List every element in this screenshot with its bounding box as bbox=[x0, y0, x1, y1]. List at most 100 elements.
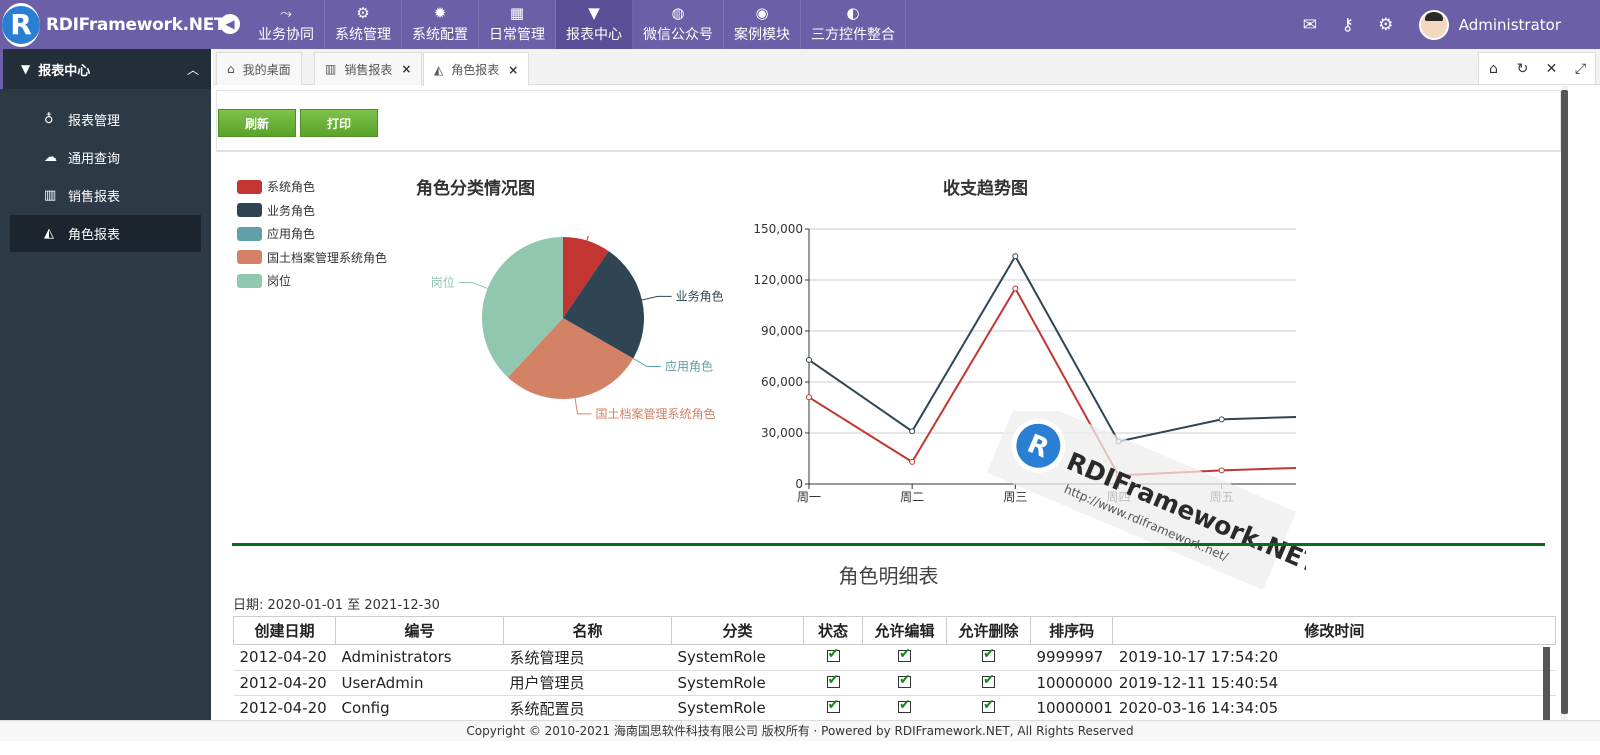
sidebar-item-label: 通用查询 bbox=[68, 152, 121, 167]
fullscreen-icon[interactable]: ⤢ bbox=[1566, 53, 1595, 84]
sidebar-item-label: 角色报表 bbox=[68, 228, 121, 243]
legend-item[interactable]: 业务角色 bbox=[237, 199, 387, 223]
nav-item-1[interactable]: ⚙ 系统管理 bbox=[325, 0, 402, 49]
print-button[interactable]: 打印 bbox=[300, 109, 378, 137]
main-menu: ⤳ 业务协同 ⚙ 系统管理 ✹ 系统配置 ▦ 日常管理 ▼ 报表中心 ◍ 微信公众号 ◉ 案例模块 ◐ 三方控… bbox=[248, 0, 906, 49]
sidebar-item-3[interactable]: ◭ 角色报表 bbox=[10, 215, 201, 252]
gears-icon: ⚙ bbox=[356, 3, 370, 22]
nav-item-label: 业务协同 bbox=[258, 26, 314, 43]
cell-modified: 2019-10-17 17:54:20 bbox=[1112, 644, 1556, 671]
chevron-up-icon[interactable]: ︿ bbox=[187, 61, 199, 78]
app-title: RDIFramework.NET bbox=[46, 14, 226, 35]
data-point bbox=[806, 394, 812, 401]
table-row[interactable]: 2012-04-20Administrators系统管理员SystemRole 9… bbox=[233, 644, 1556, 671]
sidebar-item-0[interactable]: ♁ 报表管理 bbox=[10, 101, 201, 138]
legend-swatch bbox=[237, 179, 262, 194]
legend-swatch bbox=[237, 250, 262, 265]
nav-item-6[interactable]: ◉ 案例模块 bbox=[724, 0, 801, 49]
pie-chart-title: 角色分类情况图 bbox=[416, 179, 535, 199]
home-icon[interactable]: ⌂ bbox=[1479, 53, 1508, 84]
area-chart-icon: ◭ bbox=[434, 62, 444, 77]
report-toolbar: 刷新 打印 bbox=[216, 90, 1561, 152]
legend-swatch bbox=[237, 203, 262, 218]
y-tick-label: 60,000 bbox=[761, 375, 803, 389]
top-navbar: R RDIFramework.NET ◀ ⤳ 业务协同 ⚙ 系统管理 ✹ 系统配置 ▦ 日常管… bbox=[0, 0, 1600, 49]
nav-item-7[interactable]: ◐ 三方控件整合 bbox=[801, 0, 906, 49]
settings-icon[interactable]: ⚙ bbox=[1367, 15, 1405, 35]
tab-1[interactable]: ▥ 销售报表 × bbox=[314, 52, 423, 85]
sidebar-title: 报表中心 bbox=[38, 63, 91, 79]
pie-label-line bbox=[586, 236, 589, 241]
username[interactable]: Administrator bbox=[1459, 16, 1561, 34]
report-title: 角色明细表 bbox=[838, 564, 939, 588]
refresh-button[interactable]: 刷新 bbox=[218, 109, 296, 137]
key-icon[interactable]: ⚷ bbox=[1329, 15, 1367, 35]
nav-item-label: 系统管理 bbox=[335, 26, 391, 43]
checkbox-checked-icon bbox=[898, 697, 911, 714]
data-point bbox=[1012, 285, 1019, 292]
calendar-icon: ▦ bbox=[509, 3, 525, 22]
y-tick-label: 0 bbox=[795, 477, 803, 491]
legend-label: 岗位 bbox=[267, 274, 292, 289]
checkbox-checked-icon bbox=[898, 646, 911, 663]
sidebar-header[interactable]: ▼ 报表中心 ︿ bbox=[0, 49, 211, 89]
cell-enabled bbox=[803, 644, 863, 671]
pie-slice-label: 应用角色 bbox=[665, 359, 713, 374]
cell-enabled bbox=[803, 695, 863, 720]
cell-deletable bbox=[946, 670, 1031, 696]
sidebar-item-2[interactable]: ▥ 销售报表 bbox=[10, 177, 201, 214]
close-tab-icon[interactable]: × bbox=[508, 63, 518, 77]
cell-modified: 2019-12-11 15:40:54 bbox=[1112, 670, 1556, 696]
mail-icon[interactable]: ✉ bbox=[1291, 15, 1329, 35]
pie-label-line bbox=[632, 358, 662, 367]
close-tab-icon[interactable]: × bbox=[401, 62, 411, 76]
refresh-icon[interactable]: ↻ bbox=[1508, 53, 1537, 84]
cell-editable bbox=[862, 695, 947, 720]
cell-enabled bbox=[803, 670, 863, 696]
line-chart-title: 收支趋势图 bbox=[943, 179, 1028, 199]
table-scrollbar[interactable] bbox=[1543, 647, 1550, 720]
tab-0[interactable]: ⌂ 我的桌面 bbox=[216, 52, 302, 85]
pie-label-line bbox=[458, 282, 488, 289]
data-point bbox=[806, 356, 812, 363]
stethoscope-icon: ♁ bbox=[44, 112, 54, 127]
page-scrollbar[interactable] bbox=[1561, 86, 1568, 720]
collapse-menu-icon[interactable]: ◀ bbox=[220, 14, 240, 34]
nav-item-4[interactable]: ▼ 报表中心 bbox=[556, 0, 633, 49]
close-icon[interactable]: ✕ bbox=[1537, 53, 1566, 84]
avatar[interactable] bbox=[1418, 9, 1449, 40]
app-logo[interactable]: R RDIFramework.NET bbox=[0, 0, 226, 49]
checkbox-checked-icon bbox=[826, 646, 840, 663]
report-content: 角色分类情况图 系统角色业务角色应用角色国土档案管理系统角色岗位 系统角色业务角… bbox=[216, 156, 1561, 720]
nav-item-label: 案例模块 bbox=[734, 26, 790, 43]
bar-chart-icon: ▥ bbox=[44, 188, 57, 203]
y-tick-label: 120,000 bbox=[753, 273, 803, 287]
cell-name: 用户管理员 bbox=[503, 670, 672, 696]
filter-icon: ▼ bbox=[21, 62, 31, 76]
nav-item-0[interactable]: ⤳ 业务协同 bbox=[248, 0, 325, 49]
eye-icon: ◉ bbox=[755, 3, 769, 22]
legend-item[interactable]: 系统角色 bbox=[237, 175, 387, 199]
tab-2[interactable]: ◭ 角色报表 × bbox=[423, 52, 530, 86]
table-row[interactable]: 2012-04-20Config系统配置员SystemRole 100000012… bbox=[233, 695, 1556, 720]
sidebar-item-1[interactable]: ☁ 通用查询 bbox=[10, 139, 201, 176]
checkbox-checked-icon bbox=[898, 672, 911, 688]
y-tick-label: 90,000 bbox=[761, 324, 803, 338]
share-icon: ⤳ bbox=[279, 3, 292, 22]
pie-slice-label: 国土档案管理系统角色 bbox=[595, 406, 715, 421]
cell-deletable bbox=[946, 695, 1031, 720]
cell-editable bbox=[862, 670, 947, 696]
logo-icon: R bbox=[2, 2, 40, 47]
column-header: 修改时间 bbox=[1112, 616, 1557, 645]
checkbox-checked-icon bbox=[826, 697, 840, 714]
cloud-icon: ☁ bbox=[44, 150, 57, 165]
cell-editable bbox=[862, 644, 947, 671]
nav-item-3[interactable]: ▦ 日常管理 bbox=[479, 0, 556, 49]
data-point bbox=[909, 458, 916, 465]
nav-item-5[interactable]: ◍ 微信公众号 bbox=[633, 0, 724, 49]
nav-item-2[interactable]: ✹ 系统配置 bbox=[402, 0, 479, 49]
table-row[interactable]: 2012-04-20UserAdmin用户管理员SystemRole 100000… bbox=[233, 670, 1556, 696]
role-table: 创建日期 编号 名称 分类 状态 允许编辑 允许删除 排序码 修改时间 2012-04-20 Ad… bbox=[233, 616, 1557, 720]
sidebar: ▼ 报表中心 ︿ ♁ 报表管理 ☁ 通用查询 ▥ 销售报表 ◭ 角色报表 bbox=[0, 49, 211, 720]
globe-icon: ◐ bbox=[846, 3, 860, 22]
